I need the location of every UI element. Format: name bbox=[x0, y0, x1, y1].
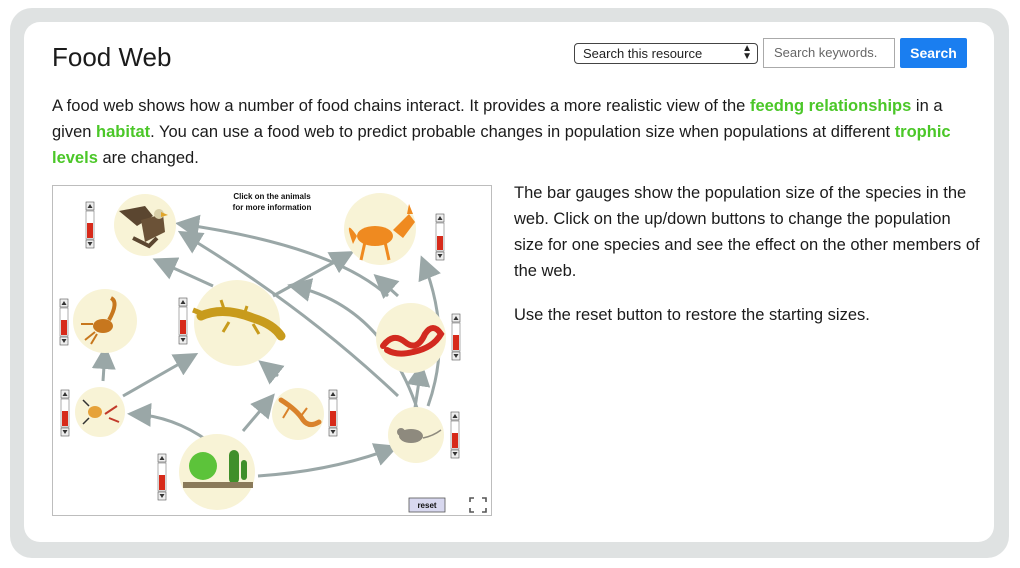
reset-button[interactable]: reset bbox=[408, 497, 446, 513]
intro-text: A food web shows how a number of food ch… bbox=[52, 97, 750, 115]
description: The bar gauges show the population size … bbox=[514, 180, 984, 328]
eagle-node[interactable] bbox=[114, 194, 176, 256]
intro-text: are changed. bbox=[97, 149, 199, 167]
food-web-diagram: Click on the animals for more informatio… bbox=[59, 192, 487, 513]
page-title: Food Web bbox=[52, 42, 172, 72]
fox-node[interactable] bbox=[344, 193, 416, 265]
lizard-population-fill bbox=[180, 320, 186, 334]
cactus-plants-population-fill bbox=[159, 475, 165, 490]
cactus-plants-node[interactable] bbox=[179, 434, 255, 510]
intro-paragraph: A food web shows how a number of food ch… bbox=[52, 93, 952, 171]
sim-instruction-line-2: for more information bbox=[233, 203, 312, 212]
food-web-simulation[interactable]: Click on the animals for more informatio… bbox=[52, 185, 492, 516]
feeding-relationships-link[interactable]: feedng relationships bbox=[750, 97, 911, 115]
insect-population-fill bbox=[62, 411, 68, 426]
search-button[interactable]: Search bbox=[900, 38, 967, 68]
lizard-gauge[interactable] bbox=[178, 297, 188, 345]
insect-gauge[interactable] bbox=[60, 389, 70, 437]
habitat-link[interactable]: habitat bbox=[96, 123, 150, 141]
insect-node[interactable] bbox=[75, 387, 125, 437]
cactus-plants-gauge[interactable] bbox=[157, 453, 167, 501]
scorpion-population-fill bbox=[61, 320, 67, 335]
eagle-population-fill bbox=[87, 223, 93, 238]
snake-gauge[interactable] bbox=[451, 313, 461, 361]
fox-population-fill bbox=[437, 236, 443, 250]
small-lizard-node[interactable] bbox=[272, 388, 324, 440]
search-scope-value: Search this resource bbox=[583, 46, 703, 61]
mouse-node[interactable] bbox=[388, 407, 444, 463]
scorpion-node[interactable] bbox=[73, 289, 137, 353]
search-scope-select[interactable]: Search this resource ▲ ▼ bbox=[574, 43, 758, 64]
description-paragraph-2: Use the reset button to restore the star… bbox=[514, 306, 870, 324]
mouse-population-fill bbox=[452, 433, 458, 448]
sim-instruction-line-1: Click on the animals bbox=[233, 192, 311, 201]
fox-gauge[interactable] bbox=[435, 213, 445, 261]
description-paragraph-1: The bar gauges show the population size … bbox=[514, 184, 980, 280]
intro-text: . You can use a food web to predict prob… bbox=[150, 123, 895, 141]
small-lizard-population-fill bbox=[330, 411, 336, 426]
snake-node[interactable] bbox=[376, 303, 446, 373]
lizard-node[interactable] bbox=[192, 280, 286, 366]
small-lizard-gauge[interactable] bbox=[328, 389, 338, 437]
select-arrows-icon: ▲ ▼ bbox=[742, 43, 752, 62]
snake-population-fill bbox=[453, 335, 459, 350]
fullscreen-icon[interactable] bbox=[469, 497, 487, 513]
search-input[interactable]: Search keywords. bbox=[763, 38, 895, 68]
scorpion-gauge[interactable] bbox=[59, 298, 69, 346]
mouse-gauge[interactable] bbox=[450, 411, 460, 459]
reset-label: reset bbox=[417, 501, 436, 510]
search-placeholder: Search keywords. bbox=[774, 45, 878, 60]
eagle-gauge[interactable] bbox=[85, 201, 95, 249]
